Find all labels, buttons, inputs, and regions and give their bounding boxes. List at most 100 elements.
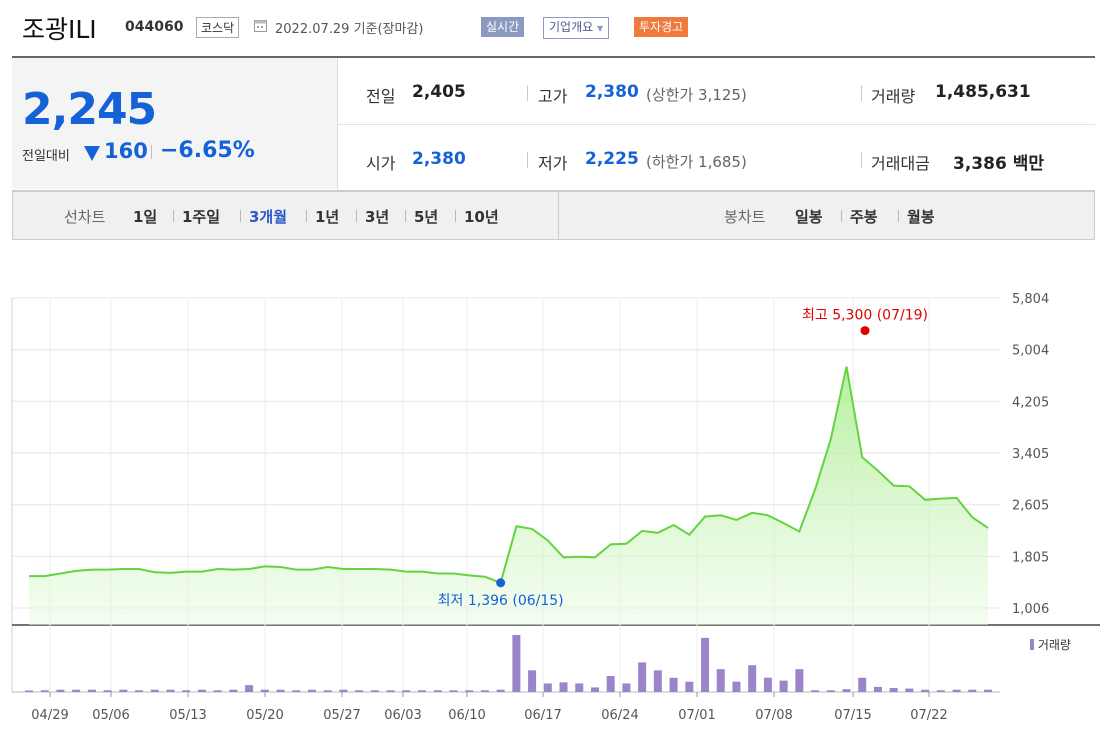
y-tick-label: 1,006	[1012, 602, 1049, 617]
x-tick-label: 07/22	[910, 708, 947, 723]
low-marker	[496, 578, 506, 588]
volume-bar	[433, 690, 442, 692]
y-tick-label: 4,205	[1012, 395, 1049, 410]
period-tab-4[interactable]: 1년	[315, 206, 339, 227]
candle-tab-2[interactable]: 주봉	[850, 206, 878, 227]
volume-bar	[921, 689, 930, 692]
volume-bar	[166, 689, 175, 692]
calendar-icon	[254, 20, 267, 32]
market-badge: 코스닥	[196, 17, 240, 38]
price-chart: 5,804 5,004 4,205 3,405 2,605 1,805 1,006 04/29…	[11, 292, 1100, 723]
divider	[898, 210, 899, 222]
volume-bar	[135, 690, 144, 692]
company-overview-button[interactable]: 기업개요 ▼	[543, 17, 610, 39]
high-label: 고가	[538, 87, 568, 106]
volume-bar	[858, 677, 867, 692]
volume-bar	[276, 689, 285, 692]
volume-bar	[213, 690, 222, 692]
period-tab-5[interactable]: 3년	[365, 206, 389, 227]
volume-bar	[87, 689, 96, 692]
volume-label: 거래량	[871, 87, 916, 106]
stock-code: 044060	[125, 19, 184, 35]
volume-bar	[685, 681, 694, 692]
volume-bar	[512, 635, 521, 692]
volume-bar	[936, 690, 945, 692]
candle-tab-1[interactable]: 일봉	[795, 206, 823, 227]
change-value: 160	[104, 139, 148, 163]
x-tick-label: 06/03	[384, 708, 421, 723]
volume-bar	[590, 687, 599, 692]
volume-bar	[748, 665, 757, 692]
high-value: 2,380	[585, 82, 639, 102]
period-tab-7[interactable]: 10년	[464, 206, 499, 227]
volume-bar	[763, 677, 772, 692]
change-percent: −6.65%	[160, 138, 255, 163]
divider	[861, 152, 862, 168]
period-tab-6[interactable]: 5년	[414, 206, 438, 227]
line-chart-label: 선차트	[64, 208, 106, 226]
x-tick-label: 06/17	[524, 708, 561, 723]
investment-warning-badge: 투자경고	[634, 17, 689, 37]
amount-label: 거래대금	[871, 154, 930, 173]
divider	[306, 210, 307, 222]
volume-bar	[72, 689, 81, 692]
y-tick-label: 3,405	[1012, 447, 1049, 462]
volume-bar	[245, 685, 254, 692]
volume-bar	[323, 690, 332, 692]
low-label: 저가	[538, 154, 568, 173]
y-tick-label: 5,004	[1012, 344, 1049, 359]
period-tab-1[interactable]: 1일	[133, 206, 157, 227]
y-tick-label: 2,605	[1012, 499, 1049, 514]
volume-bar	[984, 689, 992, 692]
candle-tab-3[interactable]: 월봉	[907, 206, 935, 227]
volume-bar	[465, 690, 474, 692]
x-tick-label: 06/10	[448, 708, 485, 723]
volume-bar	[952, 689, 961, 692]
divider	[558, 192, 559, 239]
volume-bar	[622, 683, 631, 692]
volume-bar	[229, 689, 238, 692]
divider	[240, 210, 241, 222]
prev-close-label: 전일	[366, 87, 396, 106]
x-tick-label: 05/13	[169, 708, 206, 723]
volume-bar	[150, 689, 159, 692]
realtime-button[interactable]: 실시간	[481, 17, 525, 37]
down-arrow-icon	[84, 146, 100, 161]
prev-close-value: 2,405	[412, 82, 466, 102]
volume-bar	[842, 689, 851, 692]
volume-bar	[40, 690, 49, 692]
open-value: 2,380	[412, 149, 466, 169]
volume-bar	[119, 689, 128, 692]
volume-bar	[370, 690, 379, 692]
volume-bar	[779, 680, 788, 692]
candle-chart-label: 봉차트	[724, 208, 766, 226]
stock-name: 조광ILI	[22, 15, 97, 44]
company-overview-label: 기업개요	[549, 20, 594, 34]
volume-bar	[559, 682, 568, 692]
volume-bar	[716, 669, 725, 692]
volume-legend-swatch	[1030, 639, 1034, 650]
period-tab-3[interactable]: 3개월	[249, 206, 287, 227]
x-tick-label: 04/29	[31, 708, 68, 723]
volume-bar	[528, 670, 537, 692]
x-tick-label: 05/06	[92, 708, 129, 723]
volume-legend-label: 거래량	[1037, 638, 1071, 652]
volume-bar	[575, 683, 584, 692]
volume-bar	[449, 690, 458, 692]
divider	[405, 210, 406, 222]
x-tick-label: 07/08	[755, 708, 792, 723]
volume-bar	[826, 690, 835, 692]
high-marker	[860, 326, 870, 336]
volume-bar	[889, 688, 898, 692]
row-divider	[338, 124, 1095, 125]
base-date: 2022.07.29 기준(장마감)	[275, 22, 424, 37]
volume-bar	[653, 670, 662, 692]
period-tab-2[interactable]: 1주일	[182, 206, 220, 227]
divider	[861, 85, 862, 101]
volume-bar	[480, 690, 489, 692]
x-tick-label: 06/24	[601, 708, 638, 723]
volume-bar	[25, 690, 33, 692]
volume-bar	[355, 690, 364, 692]
volume-bar	[701, 637, 710, 692]
volume-bar	[873, 686, 882, 692]
